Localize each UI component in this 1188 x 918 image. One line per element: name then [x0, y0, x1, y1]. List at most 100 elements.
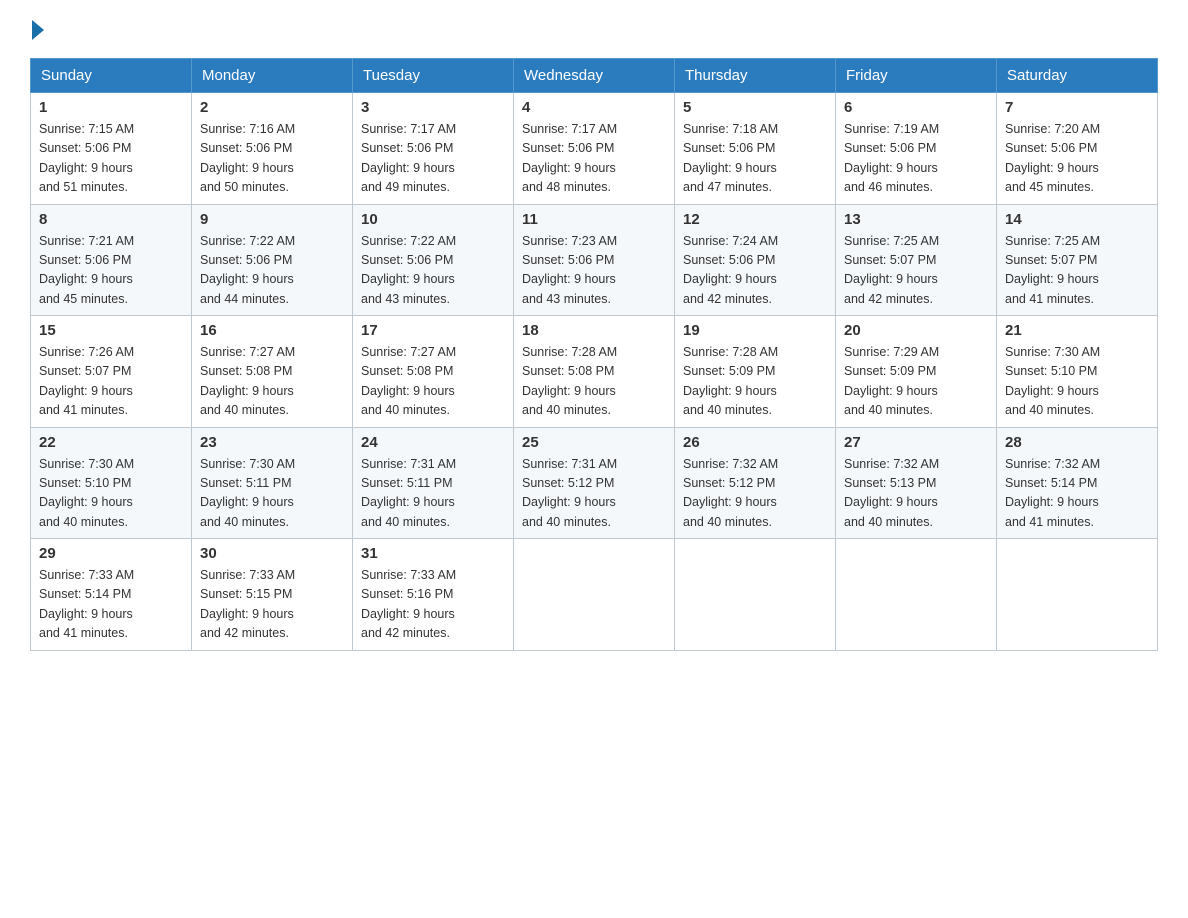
calendar-week-row: 29 Sunrise: 7:33 AMSunset: 5:14 PMDaylig… — [31, 539, 1158, 651]
day-info: Sunrise: 7:22 AMSunset: 5:06 PMDaylight:… — [361, 232, 505, 310]
day-number: 31 — [361, 545, 505, 562]
day-number: 16 — [200, 322, 344, 339]
calendar-week-row: 8 Sunrise: 7:21 AMSunset: 5:06 PMDayligh… — [31, 204, 1158, 316]
calendar-cell: 19 Sunrise: 7:28 AMSunset: 5:09 PMDaylig… — [675, 316, 836, 428]
day-number: 30 — [200, 545, 344, 562]
day-info: Sunrise: 7:29 AMSunset: 5:09 PMDaylight:… — [844, 343, 988, 421]
day-info: Sunrise: 7:28 AMSunset: 5:08 PMDaylight:… — [522, 343, 666, 421]
day-number: 19 — [683, 322, 827, 339]
calendar-cell — [514, 539, 675, 651]
calendar-cell: 17 Sunrise: 7:27 AMSunset: 5:08 PMDaylig… — [353, 316, 514, 428]
calendar-cell: 26 Sunrise: 7:32 AMSunset: 5:12 PMDaylig… — [675, 427, 836, 539]
calendar-cell: 15 Sunrise: 7:26 AMSunset: 5:07 PMDaylig… — [31, 316, 192, 428]
day-number: 14 — [1005, 211, 1149, 228]
day-number: 9 — [200, 211, 344, 228]
calendar-table: SundayMondayTuesdayWednesdayThursdayFrid… — [30, 58, 1158, 651]
day-info: Sunrise: 7:30 AMSunset: 5:11 PMDaylight:… — [200, 455, 344, 533]
day-number: 17 — [361, 322, 505, 339]
calendar-cell: 21 Sunrise: 7:30 AMSunset: 5:10 PMDaylig… — [997, 316, 1158, 428]
day-info: Sunrise: 7:16 AMSunset: 5:06 PMDaylight:… — [200, 120, 344, 198]
calendar-cell: 2 Sunrise: 7:16 AMSunset: 5:06 PMDayligh… — [192, 93, 353, 205]
calendar-week-row: 1 Sunrise: 7:15 AMSunset: 5:06 PMDayligh… — [31, 93, 1158, 205]
day-info: Sunrise: 7:20 AMSunset: 5:06 PMDaylight:… — [1005, 120, 1149, 198]
column-header-wednesday: Wednesday — [514, 59, 675, 93]
calendar-cell: 16 Sunrise: 7:27 AMSunset: 5:08 PMDaylig… — [192, 316, 353, 428]
calendar-week-row: 15 Sunrise: 7:26 AMSunset: 5:07 PMDaylig… — [31, 316, 1158, 428]
calendar-cell: 3 Sunrise: 7:17 AMSunset: 5:06 PMDayligh… — [353, 93, 514, 205]
calendar-cell: 22 Sunrise: 7:30 AMSunset: 5:10 PMDaylig… — [31, 427, 192, 539]
day-info: Sunrise: 7:26 AMSunset: 5:07 PMDaylight:… — [39, 343, 183, 421]
calendar-cell: 6 Sunrise: 7:19 AMSunset: 5:06 PMDayligh… — [836, 93, 997, 205]
column-header-tuesday: Tuesday — [353, 59, 514, 93]
day-number: 24 — [361, 434, 505, 451]
day-info: Sunrise: 7:28 AMSunset: 5:09 PMDaylight:… — [683, 343, 827, 421]
day-info: Sunrise: 7:31 AMSunset: 5:11 PMDaylight:… — [361, 455, 505, 533]
day-number: 26 — [683, 434, 827, 451]
calendar-cell: 20 Sunrise: 7:29 AMSunset: 5:09 PMDaylig… — [836, 316, 997, 428]
day-number: 10 — [361, 211, 505, 228]
day-number: 8 — [39, 211, 183, 228]
calendar-cell: 7 Sunrise: 7:20 AMSunset: 5:06 PMDayligh… — [997, 93, 1158, 205]
calendar-header-row: SundayMondayTuesdayWednesdayThursdayFrid… — [31, 59, 1158, 93]
day-info: Sunrise: 7:31 AMSunset: 5:12 PMDaylight:… — [522, 455, 666, 533]
calendar-cell: 13 Sunrise: 7:25 AMSunset: 5:07 PMDaylig… — [836, 204, 997, 316]
day-number: 18 — [522, 322, 666, 339]
day-info: Sunrise: 7:33 AMSunset: 5:15 PMDaylight:… — [200, 566, 344, 644]
day-number: 6 — [844, 99, 988, 116]
day-info: Sunrise: 7:32 AMSunset: 5:14 PMDaylight:… — [1005, 455, 1149, 533]
calendar-cell: 28 Sunrise: 7:32 AMSunset: 5:14 PMDaylig… — [997, 427, 1158, 539]
day-number: 13 — [844, 211, 988, 228]
day-number: 25 — [522, 434, 666, 451]
calendar-cell: 4 Sunrise: 7:17 AMSunset: 5:06 PMDayligh… — [514, 93, 675, 205]
calendar-cell: 25 Sunrise: 7:31 AMSunset: 5:12 PMDaylig… — [514, 427, 675, 539]
day-number: 3 — [361, 99, 505, 116]
calendar-cell: 30 Sunrise: 7:33 AMSunset: 5:15 PMDaylig… — [192, 539, 353, 651]
calendar-cell: 18 Sunrise: 7:28 AMSunset: 5:08 PMDaylig… — [514, 316, 675, 428]
day-number: 4 — [522, 99, 666, 116]
column-header-monday: Monday — [192, 59, 353, 93]
day-info: Sunrise: 7:15 AMSunset: 5:06 PMDaylight:… — [39, 120, 183, 198]
column-header-saturday: Saturday — [997, 59, 1158, 93]
calendar-cell: 23 Sunrise: 7:30 AMSunset: 5:11 PMDaylig… — [192, 427, 353, 539]
day-info: Sunrise: 7:22 AMSunset: 5:06 PMDaylight:… — [200, 232, 344, 310]
day-number: 15 — [39, 322, 183, 339]
day-info: Sunrise: 7:17 AMSunset: 5:06 PMDaylight:… — [522, 120, 666, 198]
calendar-cell: 31 Sunrise: 7:33 AMSunset: 5:16 PMDaylig… — [353, 539, 514, 651]
calendar-cell — [675, 539, 836, 651]
day-info: Sunrise: 7:25 AMSunset: 5:07 PMDaylight:… — [1005, 232, 1149, 310]
day-info: Sunrise: 7:27 AMSunset: 5:08 PMDaylight:… — [361, 343, 505, 421]
day-number: 7 — [1005, 99, 1149, 116]
page-header — [30, 20, 1158, 40]
calendar-cell: 14 Sunrise: 7:25 AMSunset: 5:07 PMDaylig… — [997, 204, 1158, 316]
day-info: Sunrise: 7:19 AMSunset: 5:06 PMDaylight:… — [844, 120, 988, 198]
day-number: 21 — [1005, 322, 1149, 339]
calendar-cell: 8 Sunrise: 7:21 AMSunset: 5:06 PMDayligh… — [31, 204, 192, 316]
calendar-cell: 10 Sunrise: 7:22 AMSunset: 5:06 PMDaylig… — [353, 204, 514, 316]
calendar-cell: 24 Sunrise: 7:31 AMSunset: 5:11 PMDaylig… — [353, 427, 514, 539]
logo-arrow-icon — [32, 20, 44, 40]
calendar-cell: 1 Sunrise: 7:15 AMSunset: 5:06 PMDayligh… — [31, 93, 192, 205]
day-info: Sunrise: 7:30 AMSunset: 5:10 PMDaylight:… — [1005, 343, 1149, 421]
day-info: Sunrise: 7:23 AMSunset: 5:06 PMDaylight:… — [522, 232, 666, 310]
day-number: 29 — [39, 545, 183, 562]
day-number: 12 — [683, 211, 827, 228]
column-header-sunday: Sunday — [31, 59, 192, 93]
day-number: 28 — [1005, 434, 1149, 451]
day-info: Sunrise: 7:32 AMSunset: 5:12 PMDaylight:… — [683, 455, 827, 533]
calendar-cell: 27 Sunrise: 7:32 AMSunset: 5:13 PMDaylig… — [836, 427, 997, 539]
day-info: Sunrise: 7:33 AMSunset: 5:14 PMDaylight:… — [39, 566, 183, 644]
column-header-thursday: Thursday — [675, 59, 836, 93]
day-number: 11 — [522, 211, 666, 228]
day-info: Sunrise: 7:18 AMSunset: 5:06 PMDaylight:… — [683, 120, 827, 198]
day-info: Sunrise: 7:30 AMSunset: 5:10 PMDaylight:… — [39, 455, 183, 533]
day-info: Sunrise: 7:33 AMSunset: 5:16 PMDaylight:… — [361, 566, 505, 644]
day-number: 2 — [200, 99, 344, 116]
calendar-cell — [997, 539, 1158, 651]
calendar-cell: 11 Sunrise: 7:23 AMSunset: 5:06 PMDaylig… — [514, 204, 675, 316]
calendar-cell: 29 Sunrise: 7:33 AMSunset: 5:14 PMDaylig… — [31, 539, 192, 651]
day-number: 22 — [39, 434, 183, 451]
column-header-friday: Friday — [836, 59, 997, 93]
calendar-week-row: 22 Sunrise: 7:30 AMSunset: 5:10 PMDaylig… — [31, 427, 1158, 539]
day-number: 23 — [200, 434, 344, 451]
day-info: Sunrise: 7:27 AMSunset: 5:08 PMDaylight:… — [200, 343, 344, 421]
